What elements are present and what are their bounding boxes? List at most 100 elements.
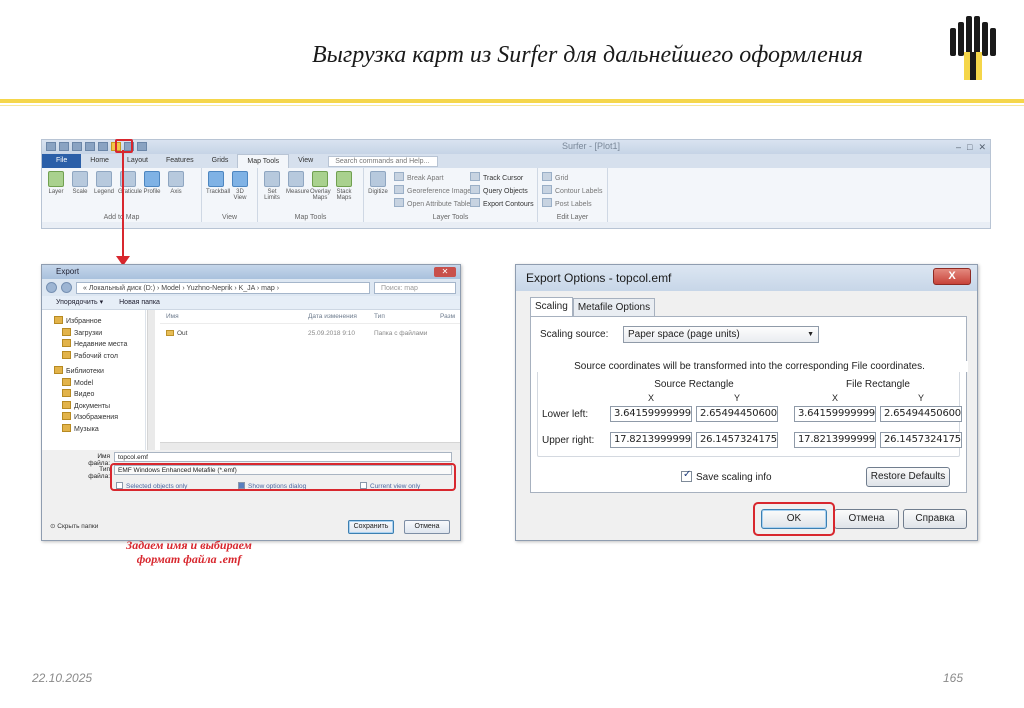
col-date[interactable]: Дата изменения [308, 310, 357, 324]
folder-icon [166, 330, 174, 336]
file-list-item[interactable]: Out 25.09.2018 9:10 Папка с файлами [160, 328, 460, 340]
3d-view-icon [232, 171, 248, 187]
nav-scrollbar[interactable] [147, 310, 155, 450]
stack-maps-button[interactable]: Stack Maps [334, 171, 354, 201]
export-contours-button[interactable]: Export Contours [470, 198, 534, 211]
contour-labels-button[interactable]: Contour Labels [542, 185, 602, 198]
tab-file[interactable]: File [42, 154, 82, 168]
file-lower-left-y-input[interactable]: 2.6549445060000 [880, 406, 962, 422]
digitize-button[interactable]: Digitize [368, 171, 388, 195]
close-icon[interactable]: ✕ [978, 142, 986, 153]
scale-button[interactable]: Scale [70, 171, 90, 195]
query-objects-button[interactable]: Query Objects [470, 185, 534, 198]
save-button[interactable]: Сохранить [348, 520, 394, 534]
nav-video[interactable]: Видео [54, 389, 145, 401]
post-labels-button[interactable]: Post Labels [542, 198, 602, 211]
undo-icon[interactable] [85, 142, 95, 151]
break-apart-button[interactable]: Break Apart [394, 172, 471, 185]
profile-button[interactable]: Profile [142, 171, 162, 195]
help-button[interactable]: Справка [903, 509, 967, 529]
tab-features[interactable]: Features [157, 154, 203, 168]
nav-documents[interactable]: Документы [54, 401, 145, 413]
open-attribute-table-button[interactable]: Open Attribute Table [394, 198, 471, 211]
address-path[interactable]: « Локальный диск (D:) › Model › Yuzhno-N… [76, 281, 370, 294]
file-name-input[interactable]: topcol.emf [114, 452, 452, 462]
group-edit-layer: Grid Contour Labels Post Labels Edit Lay… [538, 168, 608, 222]
hide-folders-toggle[interactable]: ⊙ Скрыть папки [50, 522, 98, 530]
nav-music[interactable]: Музыка [54, 424, 145, 436]
nav-recent-places[interactable]: Недавние места [54, 339, 145, 351]
restore-defaults-button[interactable]: Restore Defaults [866, 467, 950, 487]
minimize-icon[interactable]: – [956, 142, 961, 153]
export-options-dialog: Export Options - topcol.emf X Scaling Me… [515, 264, 978, 541]
overlay-maps-icon [312, 171, 328, 187]
file-upper-right-x-input[interactable]: 17.821399999999 [794, 432, 876, 448]
slide-page-number: 165 [943, 671, 964, 685]
file-list-scrollbar[interactable] [160, 442, 460, 450]
organize-button[interactable]: Упорядочить ▾ [56, 296, 103, 309]
nav-favorites[interactable]: Избранное [54, 316, 145, 328]
group-label: Layer Tools [432, 214, 469, 221]
nav-libraries[interactable]: Библиотеки [54, 366, 145, 378]
export-button-highlight [115, 139, 133, 153]
axis-button[interactable]: Axis [166, 171, 186, 195]
nav-model[interactable]: Model [54, 378, 145, 390]
col-size[interactable]: Разм [440, 310, 455, 324]
close-icon[interactable]: ✕ [434, 267, 456, 277]
file-x-label: X [831, 393, 838, 403]
ribbon-body: Layer Scale Legend Graticule Profile Axi… [42, 168, 990, 222]
source-upper-right-x-input[interactable]: 17.821399999999 [610, 432, 692, 448]
nav-downloads[interactable]: Загрузки [54, 328, 145, 340]
ribbon-search-input[interactable]: Search commands and Help... [328, 155, 439, 167]
customize-icon[interactable] [137, 142, 147, 151]
close-icon[interactable]: X [933, 268, 971, 285]
nav-desktop[interactable]: Рабочий стол [54, 351, 145, 363]
source-lower-left-x-input[interactable]: 3.6415999999998 [610, 406, 692, 422]
layer-tools-col1: Break Apart Georeference Image Open Attr… [394, 172, 471, 211]
redo-icon[interactable] [98, 142, 108, 151]
back-icon[interactable] [46, 282, 57, 293]
source-upper-right-y-input[interactable]: 26.145732417547 [696, 432, 778, 448]
source-lower-left-y-input[interactable]: 2.6549445060000 [696, 406, 778, 422]
tab-scaling[interactable]: Scaling [530, 297, 573, 316]
nav-images[interactable]: Изображения [54, 412, 145, 424]
graticule-button[interactable]: Graticule [118, 171, 142, 195]
trackball-button[interactable]: Trackball [206, 171, 230, 201]
company-logo-icon [944, 14, 1002, 84]
tab-map-tools[interactable]: Map Tools [237, 154, 290, 168]
col-type[interactable]: Тип [374, 310, 385, 324]
file-lower-left-x-input[interactable]: 3.6415999999998 [794, 406, 876, 422]
export-toolbar: Упорядочить ▾ Новая папка [42, 296, 460, 310]
trackball-icon [208, 171, 224, 187]
tab-grids[interactable]: Grids [203, 154, 238, 168]
group-map-tools: Set Limits Measure Overlay Maps Stack Ma… [258, 168, 364, 222]
save-scaling-info-checkbox[interactable]: Save scaling info [681, 469, 772, 483]
upper-right-label: Upper right: [542, 435, 595, 446]
folder-search-input[interactable]: Поиск: map [374, 281, 456, 294]
track-cursor-button[interactable]: Track Cursor [470, 172, 534, 185]
georeference-image-button[interactable]: Georeference Image [394, 185, 471, 198]
cancel-button[interactable]: Отмена [404, 520, 450, 534]
set-limits-button[interactable]: Set Limits [262, 171, 282, 201]
3d-view-button[interactable]: 3D View [230, 171, 250, 201]
forward-icon[interactable] [61, 282, 72, 293]
overlay-maps-button[interactable]: Overlay Maps [310, 171, 331, 201]
tab-view[interactable]: View [289, 154, 322, 168]
tab-metafile-options[interactable]: Metafile Options [572, 298, 656, 317]
new-folder-button[interactable]: Новая папка [119, 296, 160, 309]
ribbon-titlebar: Surfer - [Plot1] – □ ✕ [42, 140, 990, 154]
cancel-button[interactable]: Отмена [834, 509, 899, 529]
grid-button[interactable]: Grid [542, 172, 602, 185]
measure-button[interactable]: Measure [286, 171, 309, 201]
open-icon[interactable] [59, 142, 69, 151]
tab-home[interactable]: Home [81, 154, 118, 168]
layer-button[interactable]: Layer [46, 171, 66, 195]
maximize-icon[interactable]: □ [967, 142, 972, 153]
legend-button[interactable]: Legend [94, 171, 114, 195]
save-icon[interactable] [72, 142, 82, 151]
scaling-source-select[interactable]: Paper space (page units) [623, 326, 819, 343]
coordinates-description: Source coordinates will be transformed i… [531, 361, 968, 372]
new-icon[interactable] [46, 142, 56, 151]
col-name[interactable]: Имя [166, 310, 179, 324]
file-upper-right-y-input[interactable]: 26.145732417547 [880, 432, 962, 448]
